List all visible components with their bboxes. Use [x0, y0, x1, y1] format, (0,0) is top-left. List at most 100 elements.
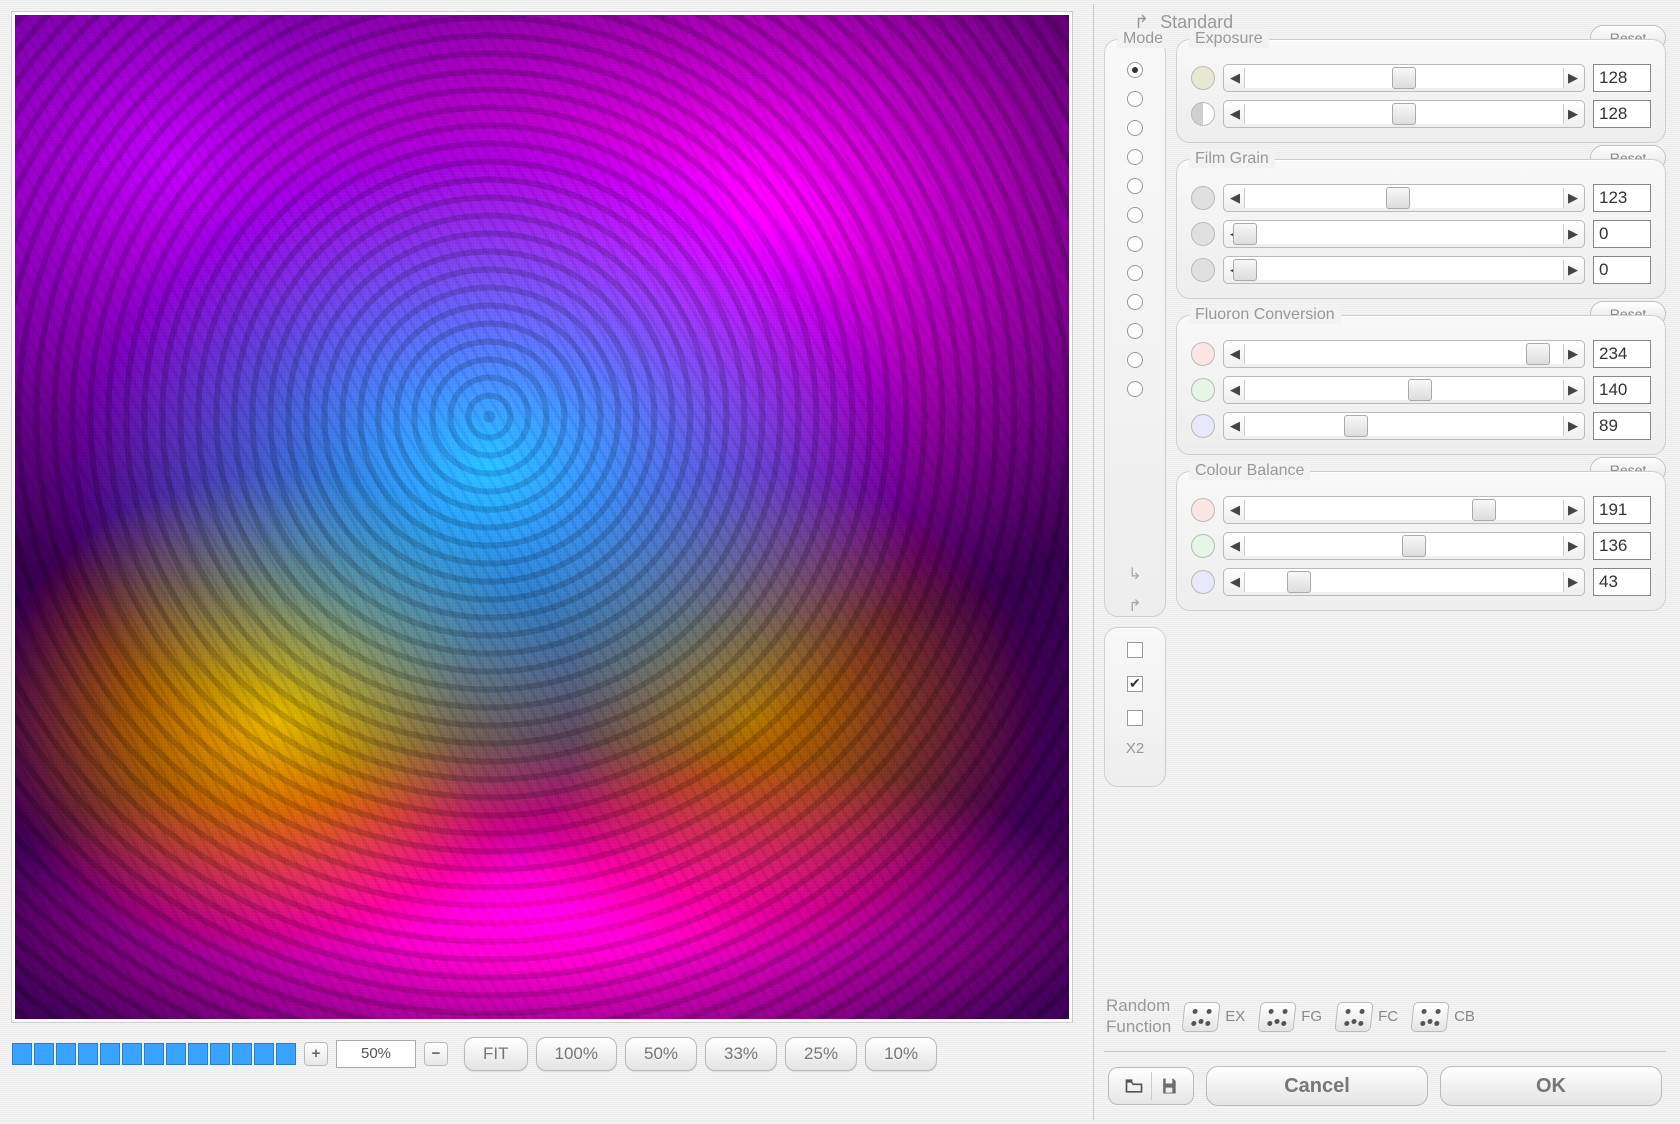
mode-radio-3[interactable] [1127, 149, 1143, 165]
save-button[interactable] [1151, 1072, 1185, 1100]
slider-increase-icon[interactable]: ▶ [1564, 418, 1582, 434]
slider-decrease-icon[interactable]: ◀ [1226, 346, 1244, 362]
zoom-in-button[interactable]: + [304, 1042, 328, 1066]
exposure-value-1[interactable]: 128 [1593, 100, 1651, 128]
exposure-slider-track-0[interactable]: ◀▶ [1223, 64, 1585, 92]
mode-radio-7[interactable] [1127, 265, 1143, 281]
slider-bar[interactable] [1244, 68, 1564, 88]
slider-increase-icon[interactable]: ▶ [1564, 346, 1582, 362]
slider-decrease-icon[interactable]: ◀ [1226, 418, 1244, 434]
slider-bar[interactable] [1244, 500, 1564, 520]
mode-radio-6[interactable] [1127, 236, 1143, 252]
fluoron-slider-track-1[interactable]: ◀▶ [1223, 376, 1585, 404]
zoom-value-field[interactable]: 50% [336, 1040, 416, 1068]
zoom-preset-25pct[interactable]: 25% [785, 1037, 857, 1071]
ok-button[interactable]: OK [1440, 1066, 1662, 1106]
slider-bar[interactable] [1244, 380, 1564, 400]
mode-radio-8[interactable] [1127, 294, 1143, 310]
zoom-preset-fit[interactable]: FIT [464, 1037, 528, 1071]
zoom-out-button[interactable]: − [424, 1042, 448, 1066]
slider-thumb[interactable] [1233, 259, 1257, 281]
slider-bar[interactable] [1244, 224, 1564, 244]
slider-thumb[interactable] [1392, 103, 1416, 125]
slider-increase-icon[interactable]: ▶ [1564, 574, 1582, 590]
mode-radio-5[interactable] [1127, 207, 1143, 223]
slider-decrease-icon[interactable]: ◀ [1226, 382, 1244, 398]
slider-increase-icon[interactable]: ▶ [1564, 502, 1582, 518]
colourbalance-slider-track-1[interactable]: ◀▶ [1223, 532, 1585, 560]
mode-radio-9[interactable] [1127, 323, 1143, 339]
slider-decrease-icon[interactable]: ◀ [1226, 190, 1244, 206]
slider-thumb[interactable] [1402, 535, 1426, 557]
filmgrain-value-2[interactable]: 0 [1593, 256, 1651, 284]
fluoron-value-1[interactable]: 140 [1593, 376, 1651, 404]
filmgrain-slider-track-0[interactable]: ◀▶ [1223, 184, 1585, 212]
slider-increase-icon[interactable]: ▶ [1564, 382, 1582, 398]
mode-radio-2[interactable] [1127, 120, 1143, 136]
colourbalance-value-1[interactable]: 136 [1593, 532, 1651, 560]
colourbalance-slider-track-2[interactable]: ◀▶ [1223, 568, 1585, 596]
mode-arrow-down-icon[interactable]: ↳ [1128, 564, 1141, 584]
slider-thumb[interactable] [1392, 67, 1416, 89]
colourbalance-value-0[interactable]: 191 [1593, 496, 1651, 524]
fluoron-slider-track-2[interactable]: ◀▶ [1223, 412, 1585, 440]
cancel-button[interactable]: Cancel [1206, 1066, 1428, 1106]
slider-thumb[interactable] [1408, 379, 1432, 401]
slider-bar[interactable] [1244, 416, 1564, 436]
slider-increase-icon[interactable]: ▶ [1564, 538, 1582, 554]
zoom-preset-100pct[interactable]: 100% [536, 1037, 617, 1071]
filmgrain-value-1[interactable]: 0 [1593, 220, 1651, 248]
slider-increase-icon[interactable]: ▶ [1564, 226, 1582, 242]
random-fc[interactable]: FC [1336, 1002, 1398, 1032]
slider-thumb[interactable] [1287, 571, 1311, 593]
slider-bar[interactable] [1244, 260, 1564, 280]
slider-decrease-icon[interactable]: ◀ [1226, 538, 1244, 554]
mode-radio-10[interactable] [1127, 352, 1143, 368]
slider-decrease-icon[interactable]: ◀ [1226, 106, 1244, 122]
slider-thumb[interactable] [1233, 223, 1257, 245]
fluoron-value-0[interactable]: 234 [1593, 340, 1651, 368]
fluoron-slider-track-0[interactable]: ◀▶ [1223, 340, 1585, 368]
mode-check-2[interactable] [1127, 710, 1143, 726]
slider-bar[interactable] [1244, 188, 1564, 208]
slider-increase-icon[interactable]: ▶ [1564, 70, 1582, 86]
random-fg[interactable]: FG [1259, 1002, 1322, 1032]
filmgrain-value-0[interactable]: 123 [1593, 184, 1651, 212]
zoom-preset-10pct[interactable]: 10% [865, 1037, 937, 1071]
exposure-value-0[interactable]: 128 [1593, 64, 1651, 92]
zoom-preset-33pct[interactable]: 33% [705, 1037, 777, 1071]
slider-increase-icon[interactable]: ▶ [1564, 190, 1582, 206]
open-button[interactable] [1117, 1072, 1151, 1100]
slider-bar[interactable] [1244, 536, 1564, 556]
fluoron-value-2[interactable]: 89 [1593, 412, 1651, 440]
mode-radio-0[interactable] [1127, 62, 1143, 78]
slider-increase-icon[interactable]: ▶ [1564, 106, 1582, 122]
slider-thumb[interactable] [1526, 343, 1550, 365]
preview-frame[interactable] [12, 12, 1072, 1022]
mode-radio-1[interactable] [1127, 91, 1143, 107]
slider-bar[interactable] [1244, 572, 1564, 592]
slider-thumb[interactable] [1344, 415, 1368, 437]
exposure-slider-track-1[interactable]: ◀▶ [1223, 100, 1585, 128]
mode-check-0[interactable] [1127, 642, 1143, 658]
slider-bar[interactable] [1244, 104, 1564, 124]
slider-bar[interactable] [1244, 344, 1564, 364]
random-ex[interactable]: EX [1183, 1002, 1245, 1032]
random-cb[interactable]: CB [1412, 1002, 1475, 1032]
slider-thumb[interactable] [1472, 499, 1496, 521]
mode-arrow-right-icon[interactable]: ↱ [1128, 596, 1141, 616]
zoom-preset-50pct[interactable]: 50% [625, 1037, 697, 1071]
colourbalance-value-2[interactable]: 43 [1593, 568, 1651, 596]
mode-check-1[interactable] [1127, 676, 1143, 692]
filmgrain-slider-track-2[interactable]: ◀▶ [1223, 256, 1585, 284]
progress-tick [12, 1043, 32, 1065]
slider-decrease-icon[interactable]: ◀ [1226, 502, 1244, 518]
filmgrain-slider-track-1[interactable]: ◀▶ [1223, 220, 1585, 248]
slider-decrease-icon[interactable]: ◀ [1226, 70, 1244, 86]
slider-increase-icon[interactable]: ▶ [1564, 262, 1582, 278]
mode-radio-11[interactable] [1127, 381, 1143, 397]
colourbalance-slider-track-0[interactable]: ◀▶ [1223, 496, 1585, 524]
slider-thumb[interactable] [1386, 187, 1410, 209]
mode-radio-4[interactable] [1127, 178, 1143, 194]
slider-decrease-icon[interactable]: ◀ [1226, 574, 1244, 590]
